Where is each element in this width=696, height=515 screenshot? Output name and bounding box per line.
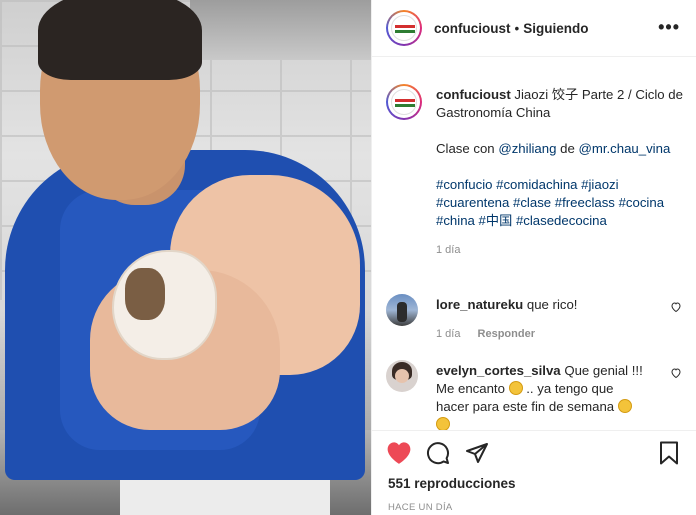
comment-item: evelyn_cortes_silva Que genial !!! Me en…: [386, 360, 686, 430]
caption-text: confucioust Jiaozi 饺子 Parte 2 / Ciclo de…: [436, 84, 686, 230]
dumpling-filling: [125, 268, 165, 320]
hashtag-link[interactable]: #cuarentena: [436, 195, 509, 210]
comment-username[interactable]: evelyn_cortes_silva: [436, 363, 561, 378]
comment-text: lore_natureku que rico!: [436, 294, 644, 314]
follow-status-button[interactable]: Siguiendo: [523, 21, 588, 36]
range-hood: [190, 0, 371, 60]
comment-like-heart-icon[interactable]: [670, 300, 682, 318]
caption-mention-connector: de: [560, 141, 575, 156]
header-separator: •: [514, 20, 520, 36]
comment-avatar[interactable]: [386, 294, 418, 326]
post-timestamp: HACE UN DÍA: [388, 502, 453, 513]
post-video[interactable]: [0, 0, 371, 515]
comment-like-heart-icon[interactable]: [670, 366, 682, 384]
hashtag-link[interactable]: #freeclass: [555, 195, 615, 210]
post-caption: confucioust Jiaozi 饺子 Parte 2 / Ciclo de…: [386, 84, 686, 256]
comment-username[interactable]: lore_natureku: [436, 297, 523, 312]
header-username[interactable]: confucioust: [434, 21, 511, 36]
view-count[interactable]: 551 reproducciones: [388, 476, 516, 491]
hashtag-link[interactable]: #china: [436, 213, 475, 228]
reply-button[interactable]: Responder: [478, 328, 535, 340]
avatar[interactable]: [386, 10, 422, 46]
confucio-logo-icon: [391, 89, 417, 115]
caption-avatar-inner: [388, 86, 420, 118]
comment-timestamp: 1 día: [436, 328, 461, 340]
post-header: confucioust • Siguiendo •••: [372, 0, 696, 57]
share-paper-plane-icon[interactable]: [465, 441, 489, 470]
comment-meta: 1 día Responder: [436, 328, 686, 340]
grinning-sweat-emoji-icon: [508, 381, 523, 395]
caption-username[interactable]: confucioust: [436, 87, 511, 102]
comment-content: que rico!: [526, 297, 578, 312]
hand-emoji-icon: [436, 417, 450, 430]
comment-bubble-icon[interactable]: [426, 441, 450, 470]
comment-avatar[interactable]: [386, 360, 418, 392]
mention-link[interactable]: @zhiliang: [498, 141, 556, 156]
more-horizontal-icon[interactable]: •••: [658, 18, 680, 36]
mention-link[interactable]: @mr.chau_vina: [578, 141, 670, 156]
hashtag-link[interactable]: #clasedecocina: [516, 213, 607, 228]
bookmark-icon[interactable]: [658, 441, 680, 470]
comments-section[interactable]: confucioust Jiaozi 饺子 Parte 2 / Ciclo de…: [372, 58, 696, 430]
comment-text: evelyn_cortes_silva Que genial !!! Me en…: [436, 360, 644, 430]
avatar-inner: [388, 12, 420, 44]
hashtag-link[interactable]: #cocina: [619, 195, 664, 210]
caption-timestamp: 1 día: [436, 244, 461, 256]
grinning-emoji-icon: [617, 399, 632, 413]
hashtag-link[interactable]: #clase: [513, 195, 551, 210]
caption-class-prefix: Clase con: [436, 141, 495, 156]
confucio-logo-icon: [391, 15, 417, 41]
hashtag-link[interactable]: #中国: [479, 213, 513, 228]
like-heart-icon[interactable]: [386, 441, 412, 470]
post-actions-bar: 551 reproducciones HACE UN DÍA: [372, 430, 696, 515]
hashtag-link[interactable]: #jiaozi: [581, 177, 618, 192]
hashtag-link[interactable]: #confucio: [436, 177, 492, 192]
caption-avatar[interactable]: [386, 84, 422, 120]
hashtag-link[interactable]: #comidachina: [496, 177, 577, 192]
chef-hair: [38, 0, 202, 80]
comment-item: lore_natureku que rico! 1 día Responder: [386, 294, 686, 340]
post-side-panel: confucioust • Siguiendo ••• confucioust …: [372, 0, 696, 515]
